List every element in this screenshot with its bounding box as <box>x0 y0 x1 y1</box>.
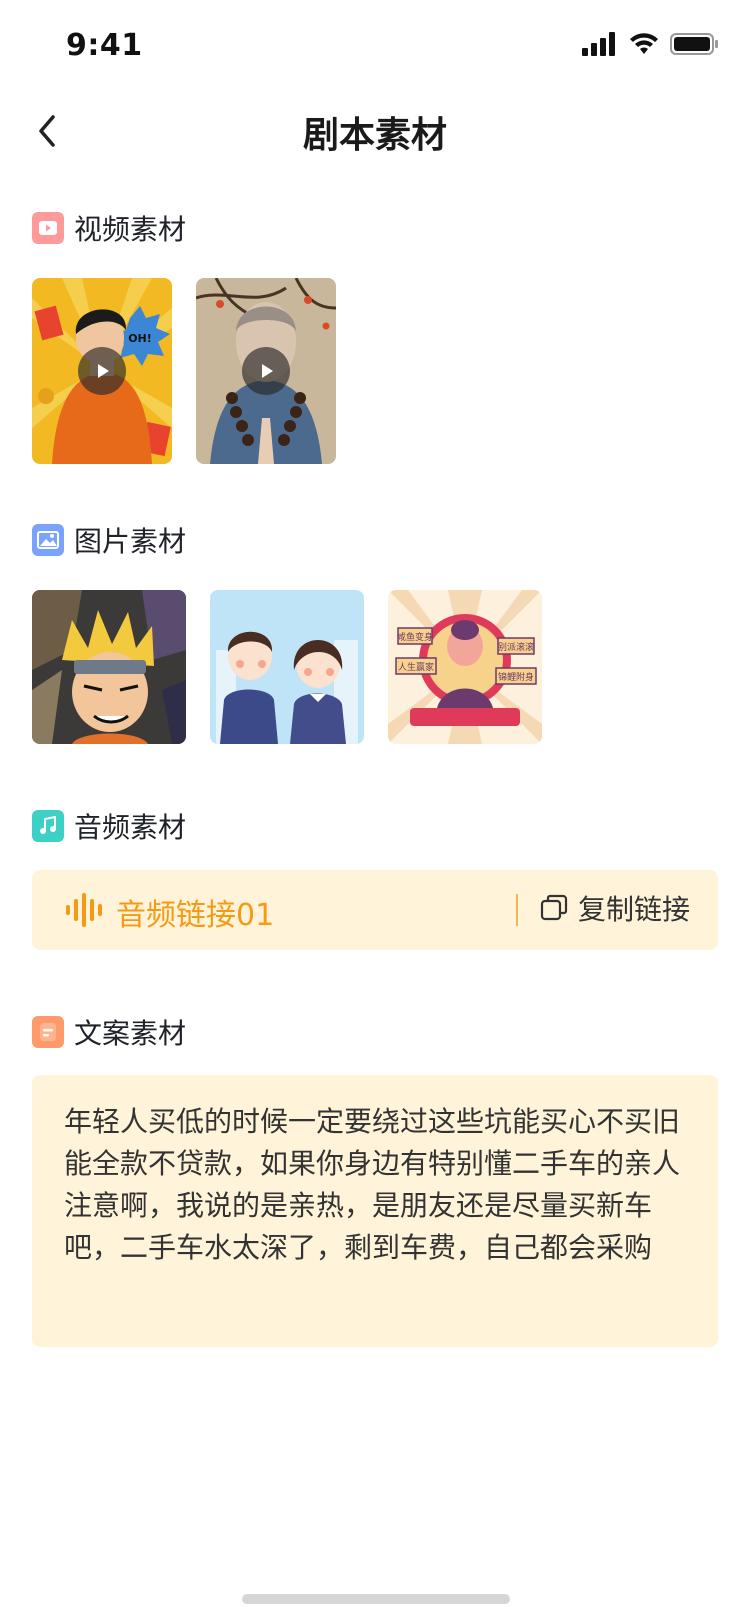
image-thumbnail-3[interactable]: 咸鱼变身 别派滚滚 人生赢家 锦鲤附身 <box>388 590 542 744</box>
poster3-label-4: 锦鲤附身 <box>498 671 534 683</box>
image-section-header: 图片素材 <box>32 520 186 560</box>
video-section-title: 视频素材 <box>74 213 187 246</box>
audio-section-header: 音频素材 <box>32 806 186 846</box>
audio-wave-icon <box>66 893 102 927</box>
play-icon <box>98 364 109 378</box>
image-section-title: 图片素材 <box>74 525 187 558</box>
audio-link-name: 音频链接01 <box>116 898 275 933</box>
poster3-label-3: 人生赢家 <box>398 661 434 673</box>
svg-text:OH!: OH! <box>128 332 152 345</box>
status-bar: 9:41 <box>0 0 750 88</box>
music-note-icon <box>32 810 64 842</box>
home-indicator[interactable] <box>242 1594 510 1604</box>
poster3-label-1: 咸鱼变身 <box>397 631 433 643</box>
poster3-label-2: 别派滚滚 <box>498 641 534 653</box>
copy-icon <box>540 894 568 921</box>
image-icon <box>32 524 64 556</box>
audio-card[interactable]: 音频链接01 复制链接 <box>32 870 718 950</box>
copy-text: 年轻人买低的时候一定要绕过这些坑能买心不买旧能全款不贷款，如果你身边有特别懂二手… <box>64 1105 681 1264</box>
status-icons <box>582 32 720 56</box>
audio-section-title: 音频素材 <box>74 811 187 844</box>
status-time: 9:41 <box>66 28 143 63</box>
page-title: 剧本素材 <box>302 115 447 156</box>
play-button[interactable] <box>242 347 290 395</box>
video-thumbnail-1[interactable]: OH! <box>32 278 172 464</box>
image-thumbnail-2[interactable] <box>210 590 364 744</box>
signal-icon <box>582 32 615 56</box>
battery-icon <box>670 33 718 55</box>
image-thumbnail-1[interactable] <box>32 590 186 744</box>
video-icon <box>32 212 64 244</box>
copy-link-button[interactable]: 复制链接 <box>540 888 690 928</box>
divider <box>516 894 518 926</box>
play-button[interactable] <box>78 347 126 395</box>
copy-section-header: 文案素材 <box>32 1012 186 1052</box>
play-icon <box>262 364 273 378</box>
copy-text-card: 年轻人买低的时候一定要绕过这些坑能买心不买旧能全款不贷款，如果你身边有特别懂二手… <box>32 1075 718 1347</box>
copy-link-label: 复制链接 <box>578 893 691 926</box>
video-thumbnail-2[interactable] <box>196 278 336 464</box>
wifi-icon <box>630 33 658 54</box>
document-icon <box>32 1016 64 1048</box>
copy-section-title: 文案素材 <box>74 1017 187 1050</box>
video-section-header: 视频素材 <box>32 208 186 248</box>
nav-bar: 剧本素材 <box>0 92 750 172</box>
